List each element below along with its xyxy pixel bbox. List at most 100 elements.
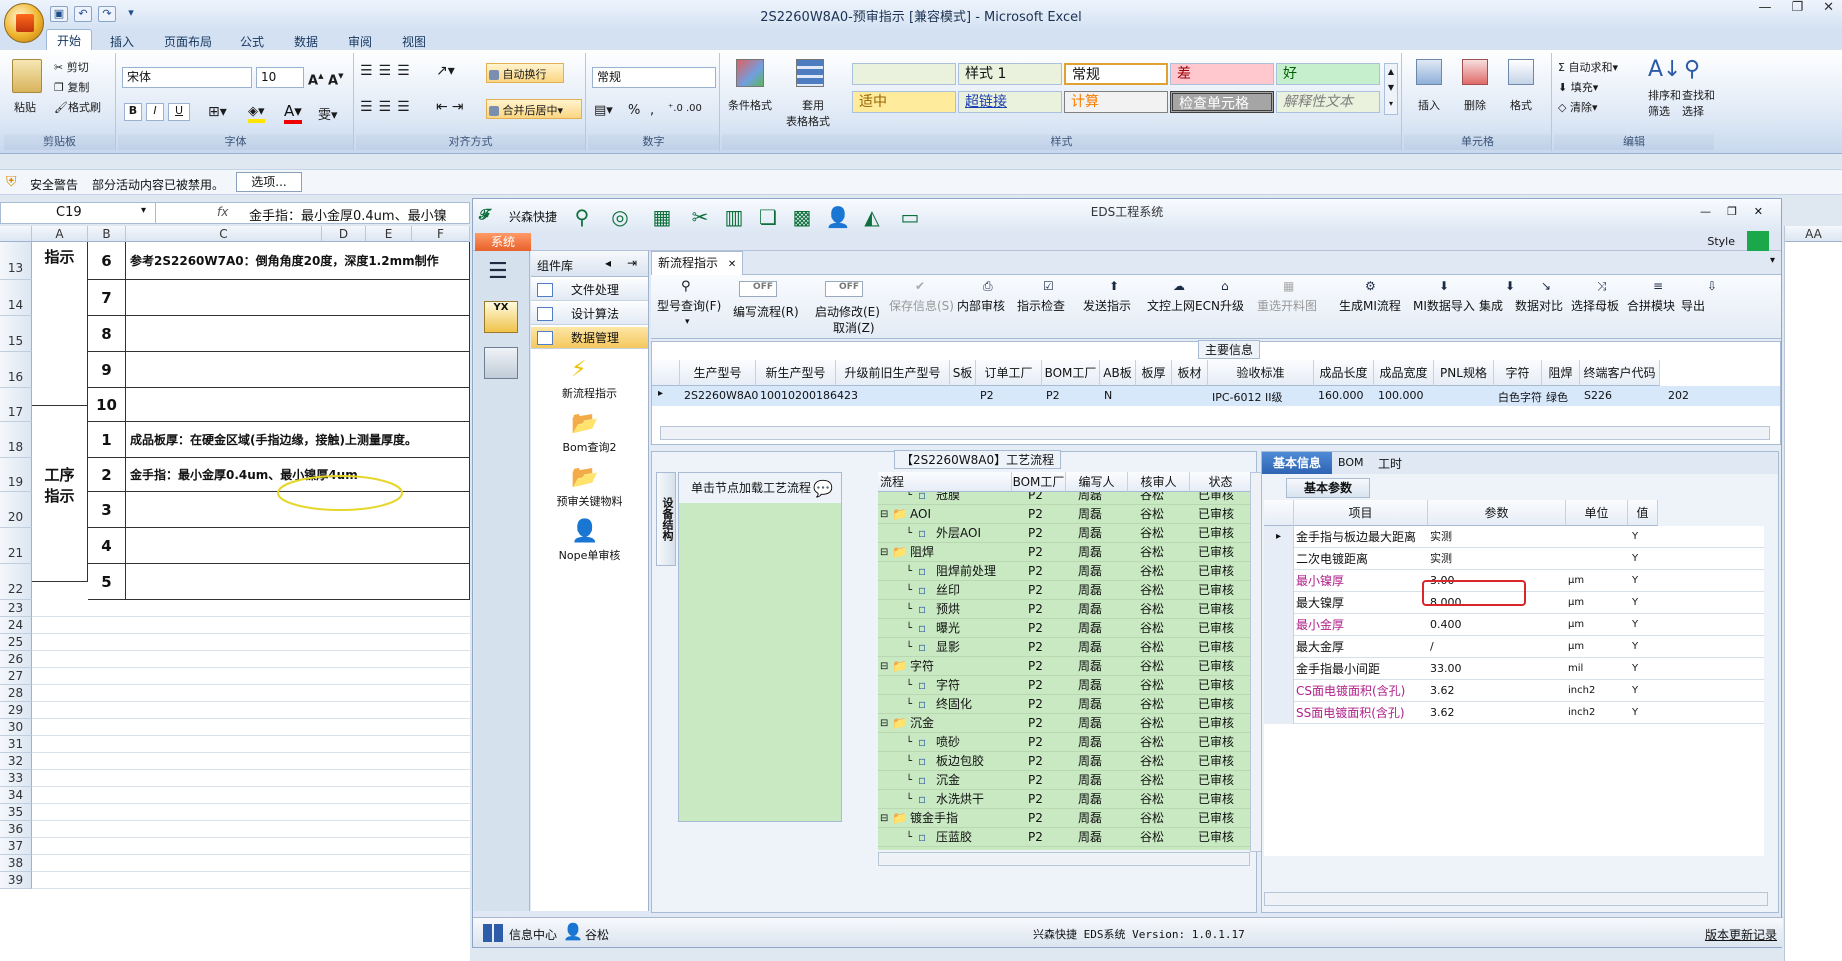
tool-button[interactable]: 生成MI流程 [1339,297,1401,314]
main-info-cell[interactable]: 100.000 [1378,389,1424,402]
style-cell-6[interactable]: 超链接 [958,91,1062,113]
tree-line-icon[interactable]: └ [906,828,912,847]
row-header[interactable]: 19 [0,458,32,492]
tool-button[interactable]: 内部审核 [957,297,1005,314]
column-header[interactable]: 升级前旧生产型号 [836,360,950,386]
tool-button[interactable]: 数据对比 [1515,297,1563,314]
process-row[interactable]: └ ▫ 字符 P2 周磊 谷松 已审核 [878,676,1250,695]
process-row[interactable]: └ ▫ 阻焊前处理 P2 周磊 谷松 已审核 [878,562,1250,581]
tree-line-icon[interactable]: └ [906,733,912,752]
tool-icon[interactable]: ⬇ [1439,279,1449,293]
close-button[interactable]: ✕ [1823,0,1834,15]
tool-icon[interactable]: ▦ [1283,279,1294,293]
tree-line-icon[interactable]: └ [906,676,912,695]
row-header[interactable]: 34 [0,787,32,804]
column-header[interactable]: 成品长度 [1314,360,1374,386]
tree-line-icon[interactable]: └ [906,695,912,714]
main-info-row[interactable]: ▸ 2S2260W8A0 10010200186423 P2 P2 N IPC-6012 I… [652,386,1780,406]
column-header[interactable]: BOM工厂 [1042,360,1100,386]
tab-basic-info[interactable]: 基本信息 [1262,452,1332,474]
font-size-select[interactable]: 10 [256,67,304,88]
row-header[interactable]: 29 [0,702,32,719]
hamburger-menu-icon[interactable]: ☰ [488,259,508,284]
clear-button[interactable]: ◇ 清除▾ [1558,99,1598,115]
tab-bom[interactable]: BOM [1338,456,1364,469]
cell-c18[interactable]: 成品板厚：在硬金区域(手指边缘，接触)上测量厚度。 [126,422,470,458]
phonetic-icon[interactable]: 雯▾ [318,104,338,123]
row-selector-icon[interactable] [1264,592,1294,614]
row-header[interactable]: 39 [0,872,32,889]
tool-button[interactable]: 选择母板 [1571,297,1619,314]
tool-button[interactable]: 合拼模块 [1627,297,1675,314]
param-value[interactable]: 33.00 [1430,658,1462,680]
param-row[interactable]: SS面电镀面积(含孔) 3.62 inch2 Y [1264,702,1764,724]
tool-icon[interactable]: ☑ [1043,279,1054,293]
style-cell-5[interactable]: 适中 [852,91,956,113]
copy-button[interactable]: ❐ 复制 [54,79,89,95]
tree-line-icon[interactable]: └ [906,492,912,505]
style-label[interactable]: Style [1707,235,1735,248]
row-header[interactable]: 21 [0,528,32,564]
row-header[interactable]: 37 [0,838,32,855]
tool-button[interactable]: MI数据导入 [1413,297,1475,314]
column-header[interactable]: 流程 [878,472,1012,492]
row-header[interactable]: 22 [0,564,32,600]
main-info-cell[interactable]: 绿色 [1546,389,1568,405]
find-select-icon[interactable]: ⚲ [1684,57,1700,82]
indent-icons[interactable]: ⇤⇥ [436,99,467,115]
conditional-format-icon[interactable] [736,59,764,87]
process-name[interactable]: 曝光 [936,619,960,638]
row-header[interactable]: 35 [0,804,32,821]
row-selector-icon[interactable] [1264,614,1294,636]
tree-line-icon[interactable]: └ [906,562,912,581]
conditional-format-button[interactable]: 条件格式 [728,97,772,113]
style-cell-7[interactable]: 计算 [1064,91,1168,113]
cell-c[interactable] [126,528,470,564]
process-row[interactable]: └ ▫ 外层AOI P2 周磊 谷松 已审核 [878,524,1250,543]
insert-cells-button[interactable]: 插入 [1418,97,1440,113]
param-row[interactable]: 最小金厚 0.400 μm Y [1264,614,1764,636]
toggle-start-edit[interactable]: OFF [825,281,863,297]
expand-icon[interactable]: ⊟ [880,543,888,562]
process-name[interactable]: 外层AOI [936,524,981,543]
tool-icon[interactable]: ⤨ [1597,279,1607,294]
style-cell-1[interactable]: 样式 1 [958,63,1062,85]
row-header[interactable]: 32 [0,753,32,770]
border-icon[interactable]: ⊞▾ [208,104,227,120]
process-name[interactable]: 冠膜 [936,492,960,505]
fill-color-icon[interactable]: ◈▾ [248,104,265,123]
process-name[interactable]: 沉金 [936,771,960,790]
sort-label1[interactable]: 排序和 [1648,87,1681,103]
column-header[interactable]: 值 [1628,500,1658,526]
tool-icon[interactable]: ⬆ [1109,279,1119,293]
process-row[interactable]: └ ▫ 丝印 P2 周磊 谷松 已审核 [878,581,1250,600]
sort-label2[interactable]: 筛选 [1648,103,1670,119]
style-cell-8[interactable]: 检查单元格 [1170,91,1274,113]
eds-close-button[interactable]: ✕ [1754,205,1763,218]
tree-line-icon[interactable]: └ [906,752,912,771]
column-header[interactable]: 成品宽度 [1374,360,1434,386]
tool-icon[interactable]: ☁ [1173,279,1185,293]
main-info-cell[interactable]: 160.000 [1318,389,1364,402]
wrap-text-button[interactable]: 自动换行 [486,63,564,83]
row-selector-icon[interactable]: ▸ [1264,526,1294,548]
process-hscroll[interactable] [878,852,1250,866]
process-row[interactable]: └ ▫ 压蓝胶 P2 周磊 谷松 已审核 [878,828,1250,847]
row-header[interactable]: 27 [0,668,32,685]
row-header[interactable]: 31 [0,736,32,753]
select-all-corner[interactable] [0,226,32,242]
tab-formulas[interactable]: 公式 [230,31,274,50]
sort-filter-icon[interactable]: A↓ [1648,57,1681,82]
font-color-icon[interactable]: A▾ [284,102,302,124]
column-header[interactable]: 参数 [1428,500,1566,526]
expand-icon[interactable]: ⊟ [880,714,888,733]
column-header[interactable]: 阻焊 [1542,360,1580,386]
folder-icon[interactable]: 📂 [571,465,598,490]
font-name-select[interactable]: 宋体 [122,67,252,88]
delete-cells-button[interactable]: 删除 [1464,97,1486,113]
column-header-e[interactable]: E [366,226,412,242]
tool-button[interactable]: 导出 [1681,297,1705,314]
column-header-aa[interactable]: AA [1785,226,1842,242]
style-cell-4[interactable]: 好 [1276,63,1380,85]
tab-home[interactable]: 开始 [46,29,93,50]
